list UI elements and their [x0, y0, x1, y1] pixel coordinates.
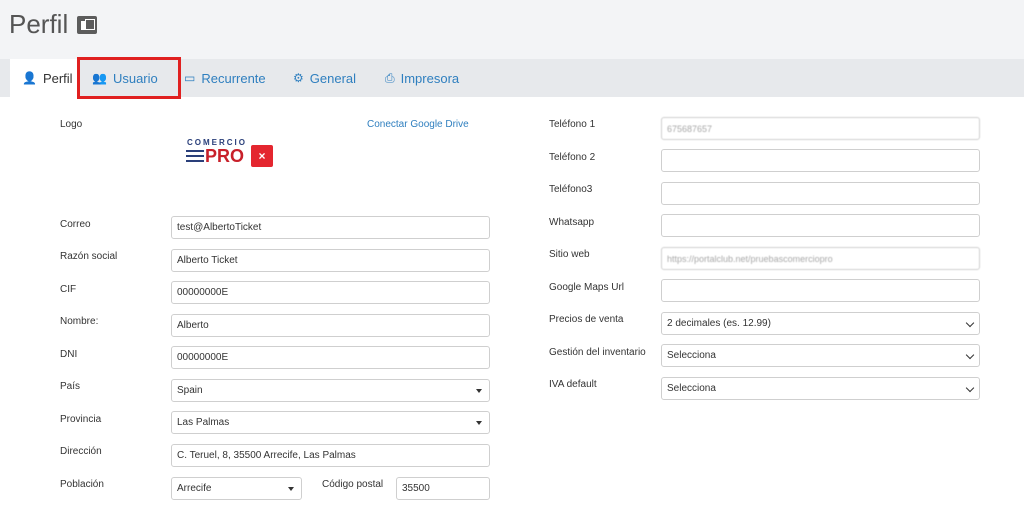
tab-impresora[interactable]: ⎙ Impresora — [385, 59, 459, 97]
provincia-label: Provincia — [60, 414, 102, 425]
cogs-icon: ⚙ — [293, 71, 304, 85]
tab-bar: 👤 Perfil 👥 Usuario ▭ Recurrente ⚙ Genera… — [0, 59, 1024, 97]
tab-label: Perfil — [42, 70, 73, 86]
telefono1-label: Teléfono 1 — [549, 119, 596, 130]
direccion-input[interactable]: C. Teruel, 8, 35500 Arrecife, Las Palmas — [171, 444, 490, 467]
razon-social-input[interactable]: Alberto Ticket — [171, 249, 490, 272]
sitio-web-input[interactable]: https://portalclub.net/pruebascomerciopr… — [661, 247, 980, 270]
print-icon: ⎙ — [385, 70, 395, 85]
google-maps-label: Google Maps Url — [549, 282, 625, 293]
pais-label: País — [60, 381, 81, 392]
precios-venta-select[interactable]: 2 decimales (es. 12.99) — [661, 312, 980, 335]
connect-google-drive-link[interactable]: Conectar Google Drive — [367, 119, 469, 130]
iva-default-label: IVA default — [549, 379, 597, 390]
tab-recurrente[interactable]: ▭ Recurrente — [184, 59, 266, 97]
inventario-select[interactable]: Selecciona — [661, 344, 980, 367]
tab-general[interactable]: ⚙ General — [293, 59, 356, 97]
telefono1-input[interactable]: 675687657 — [661, 117, 980, 140]
precios-venta-value: 2 decimales (es. 12.99) — [667, 318, 771, 329]
google-maps-input[interactable] — [661, 279, 980, 302]
user-icon: 👤 — [22, 71, 37, 85]
users-icon: 👥 — [92, 71, 107, 85]
direccion-label: Dirección — [60, 446, 102, 457]
iva-default-value: Selecciona — [667, 383, 716, 394]
remove-logo-button[interactable]: × — [251, 145, 273, 167]
page-header: Perfil — [0, 0, 1024, 59]
nombre-label: Nombre: — [60, 316, 99, 327]
cif-label: CIF — [60, 284, 77, 295]
pais-select[interactable]: Spain — [171, 379, 490, 402]
telefono2-input[interactable] — [661, 149, 980, 172]
tab-usuario[interactable]: 👥 Usuario — [92, 59, 158, 97]
nombre-input[interactable]: Alberto — [171, 314, 490, 337]
tab-label: Usuario — [112, 70, 158, 86]
pais-value: Spain — [177, 385, 203, 396]
correo-input[interactable]: test@AlbertoTicket — [171, 216, 490, 239]
tab-label: Impresora — [400, 70, 460, 86]
logo-text-big: PRO — [205, 146, 245, 166]
poblacion-value: Arrecife — [177, 483, 212, 494]
tab-label: General — [309, 70, 357, 86]
inventario-label: Gestión del inventario — [549, 347, 646, 358]
whatsapp-label: Whatsapp — [549, 217, 595, 228]
whatsapp-input[interactable] — [661, 214, 980, 237]
dni-input[interactable]: 00000000E — [171, 346, 490, 369]
copy-icon[interactable] — [77, 16, 97, 34]
dni-label: DNI — [60, 349, 78, 360]
logo-label: Logo — [60, 119, 83, 130]
credit-card-icon: ▭ — [184, 71, 196, 85]
page-title: Perfil — [9, 9, 69, 39]
telefono2-label: Teléfono 2 — [549, 152, 596, 163]
codigo-postal-label: Código postal — [322, 479, 384, 490]
iva-default-select[interactable]: Selecciona — [661, 377, 980, 400]
poblacion-label: Población — [60, 479, 104, 490]
tab-perfil[interactable]: 👤 Perfil — [10, 59, 78, 97]
sitio-web-label: Sitio web — [549, 249, 590, 260]
codigo-postal-input[interactable]: 35500 — [396, 477, 490, 500]
telefono3-input[interactable] — [661, 182, 980, 205]
provincia-value: Las Palmas — [177, 417, 230, 428]
correo-label: Correo — [60, 219, 91, 230]
telefono3-label: Teléfono3 — [549, 184, 593, 195]
poblacion-select[interactable]: Arrecife — [171, 477, 302, 500]
provincia-select[interactable]: Las Palmas — [171, 411, 490, 434]
precios-venta-label: Precios de venta — [549, 314, 624, 325]
cif-input[interactable]: 00000000E — [171, 281, 490, 304]
inventario-value: Selecciona — [667, 350, 716, 361]
tab-label: Recurrente — [201, 70, 266, 86]
razon-social-label: Razón social — [60, 251, 118, 262]
